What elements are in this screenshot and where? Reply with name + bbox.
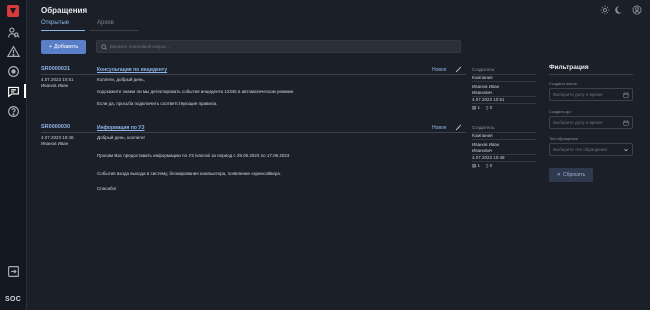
- ticket-message-line: События входа выхода в систему, блокиров…: [97, 171, 282, 176]
- logo[interactable]: [7, 5, 19, 17]
- tab-open-underline: [41, 30, 85, 31]
- user-profile-icon[interactable]: [632, 5, 642, 15]
- ticket-date: 4.07.2023 10:48: [41, 135, 74, 140]
- ticket-meta: Создатель: Компания Иванов Иван Иванович…: [472, 66, 536, 121]
- page-title: Обращения: [41, 6, 88, 15]
- type-placeholder: Выберите тип обращения: [553, 147, 607, 152]
- meta-divider: [472, 161, 536, 162]
- search-input[interactable]: [110, 44, 450, 49]
- warning-icon[interactable]: [7, 45, 20, 58]
- reset-button[interactable]: ✕ Сбросить: [549, 168, 593, 182]
- created-from-placeholder: Выберите дату и время: [553, 92, 603, 97]
- add-button[interactable]: + Добавить: [41, 40, 86, 54]
- sidebar: SOC: [0, 0, 27, 310]
- attachment-icon: ▯: [486, 105, 489, 110]
- plus-icon: +: [48, 44, 52, 50]
- active-nav-indicator: [24, 84, 26, 98]
- ticket-card[interactable]: SR0000030 Информация по УЗ Новое 4.07.20…: [41, 124, 466, 204]
- close-icon: ✕: [556, 172, 561, 178]
- creator-label: Создатель:: [472, 125, 496, 130]
- ticket-meta: Создатель: Компания Иванов Иван Иванович…: [472, 124, 536, 179]
- pencil-icon[interactable]: [455, 124, 462, 131]
- comment-icon: ▤: [472, 163, 477, 168]
- creator-name: Иванов Иван: [472, 142, 500, 147]
- ticket-card[interactable]: SR0000031 Консультация по инциденту Ново…: [41, 66, 466, 121]
- ticket-divider: [41, 74, 466, 75]
- soc-label: SOC: [5, 296, 22, 303]
- creator-name: Иванов Иван: [472, 84, 500, 89]
- search-bar: [96, 40, 461, 53]
- moon-icon[interactable]: [613, 5, 623, 15]
- search-icon: [101, 43, 107, 50]
- chat-icon[interactable]: [7, 85, 20, 98]
- ticket-author: Иванов Иван: [41, 141, 69, 146]
- company: Компания: [472, 133, 493, 138]
- attachment-count: 0: [489, 105, 493, 110]
- created-to-label: Создано до:: [549, 109, 572, 114]
- ticket-divider: [41, 132, 466, 133]
- settings-icon[interactable]: [600, 5, 610, 15]
- disc-icon[interactable]: [7, 65, 20, 78]
- tab-archive-underline: [89, 30, 139, 31]
- type-select[interactable]: Выберите тип обращения: [549, 143, 633, 156]
- ticket-author: Иванов Иван: [41, 83, 69, 88]
- meta-divider: [472, 139, 536, 140]
- comment-count: 1: [477, 105, 481, 110]
- ticket-subject[interactable]: Информация по УЗ: [97, 125, 145, 131]
- add-button-label: Добавить: [53, 44, 79, 50]
- help-icon[interactable]: [7, 105, 20, 118]
- chevron-down-icon: [623, 147, 629, 153]
- ticket-message-line: Если да, просьба подключить соответствую…: [97, 101, 218, 106]
- created-to-placeholder: Выберите дату и время: [553, 120, 603, 125]
- company: Компания: [472, 75, 493, 80]
- ticket-id[interactable]: SR0000030: [41, 124, 70, 130]
- filter-title: Фильтрация: [549, 64, 589, 71]
- ticket-counters: ▤ 1 ▯ 0: [472, 163, 492, 169]
- reset-button-label: Сбросить: [562, 172, 586, 178]
- creator-patronymic: Иванович: [472, 90, 493, 95]
- ticket-subject[interactable]: Консультация по инциденту: [97, 67, 167, 73]
- created-from-label: Создано после:: [549, 81, 578, 86]
- created-to-field[interactable]: Выберите дату и время: [549, 116, 633, 129]
- ticket-message-line: подскажите знаем ли мы детектировать соб…: [97, 89, 295, 94]
- calendar-icon[interactable]: [623, 119, 629, 126]
- attachment-count: 0: [489, 163, 493, 168]
- ticket-message-line: Просим Вас предоставить информацию по УЗ…: [97, 153, 290, 158]
- ticket-status: Новое: [432, 125, 447, 131]
- users-icon[interactable]: [7, 26, 20, 39]
- creator-label: Создатель:: [472, 67, 496, 72]
- ticket-status: Новое: [432, 67, 447, 73]
- logout-icon[interactable]: [7, 265, 20, 278]
- created-at: 4.07.2023 10:48: [472, 155, 505, 160]
- ticket-message-line: Коллеги, добрый день,: [97, 77, 145, 82]
- comment-icon: ▤: [472, 105, 477, 110]
- comment-count: 1: [477, 163, 481, 168]
- creator-patronymic: Иванович: [472, 148, 493, 153]
- ticket-id[interactable]: SR0000031: [41, 66, 70, 72]
- created-from-field[interactable]: Выберите дату и время: [549, 88, 633, 101]
- tab-archive[interactable]: Архив: [97, 20, 114, 26]
- attachment-icon: ▯: [486, 163, 489, 168]
- tab-open[interactable]: Открытые: [41, 20, 69, 26]
- calendar-icon[interactable]: [623, 91, 629, 98]
- meta-divider: [472, 81, 536, 82]
- pencil-icon[interactable]: [455, 66, 462, 73]
- meta-divider: [472, 103, 536, 104]
- created-at: 4.07.2023 10:51: [472, 97, 505, 102]
- type-label: Тип обращения: [549, 136, 578, 141]
- ticket-message-line: Добрый день, коллеги!: [97, 135, 145, 140]
- ticket-counters: ▤ 1 ▯ 0: [472, 105, 492, 111]
- ticket-message-line: Спасибо!: [97, 186, 117, 191]
- ticket-date: 4.07.2023 10:51: [41, 77, 74, 82]
- filter-title-divider: [549, 74, 633, 75]
